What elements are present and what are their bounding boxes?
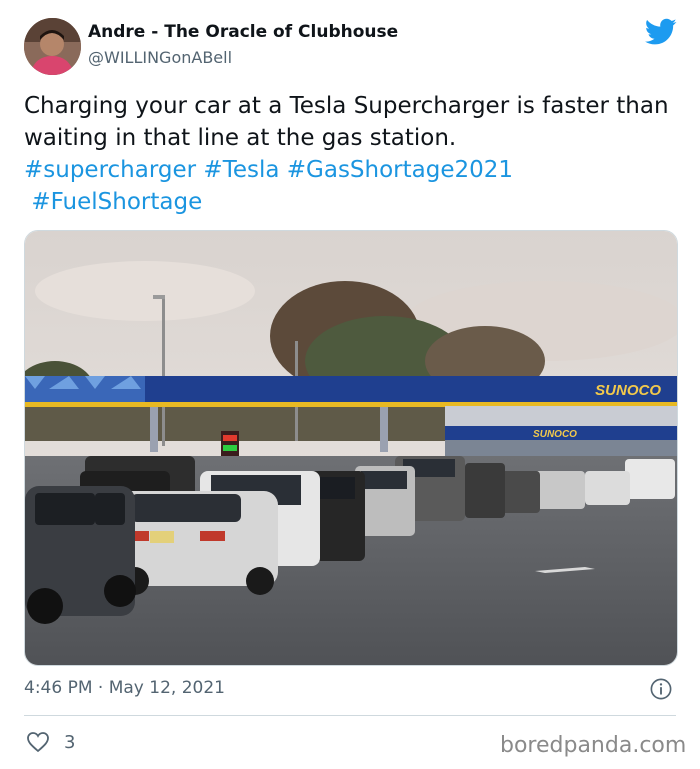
heart-icon[interactable] (26, 731, 50, 753)
like-count: 3 (64, 732, 76, 753)
store-sign: SUNOCO (533, 429, 577, 440)
hashtag-link[interactable]: #Tesla (203, 157, 279, 183)
tweet-body: Charging your car at a Tesla Supercharge… (24, 93, 669, 151)
canopy-sign: SUNOCO (595, 382, 661, 399)
avatar[interactable] (24, 18, 81, 75)
watermark: boredpanda.com (500, 733, 687, 758)
divider (24, 715, 676, 716)
info-icon[interactable] (650, 678, 672, 700)
tweet-photo[interactable]: SUNOCO SUNOCO (24, 230, 678, 666)
author-handle[interactable]: @WILLINGonABell (88, 48, 232, 67)
hashtag-link[interactable]: #GasShortage2021 (287, 157, 513, 183)
hashtag-link[interactable]: #FuelShortage (31, 189, 202, 215)
twitter-bird-icon[interactable] (645, 18, 677, 46)
tweet-text: Charging your car at a Tesla Supercharge… (24, 90, 684, 218)
hashtag-link[interactable]: #supercharger (24, 157, 196, 183)
author-name[interactable]: Andre - The Oracle of Clubhouse (88, 22, 398, 42)
tweet-timestamp[interactable]: 4:46 PM · May 12, 2021 (24, 678, 225, 698)
